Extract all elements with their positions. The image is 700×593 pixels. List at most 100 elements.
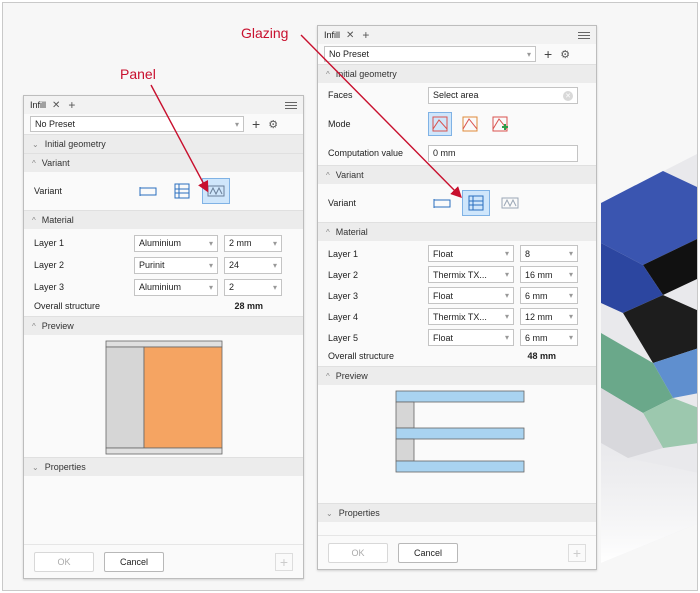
layer-material: Aluminium [139,282,182,292]
preset-value: No Preset [329,49,370,59]
plus-icon[interactable]: + [68,98,75,112]
section-material[interactable]: ^ Material [24,210,303,229]
layer-material-select[interactable]: Float ▾ [428,329,514,346]
ok-button[interactable]: OK [328,542,388,563]
section-title: Initial geometry [335,69,397,79]
cancel-button[interactable]: Cancel [104,551,164,572]
layer-label: Layer 1 [328,248,359,259]
gear-icon[interactable]: ⚙ [268,118,278,131]
layer-thickness-select[interactable]: 12 mm ▾ [520,308,578,325]
layer-thickness-select[interactable]: 6 mm ▾ [520,329,578,346]
section-preview[interactable]: ^ Preview [318,366,596,385]
plus-icon[interactable]: + [568,543,586,562]
layer-thickness-select[interactable]: 2 ▾ [224,278,282,296]
layer-material: Float [433,248,454,259]
layer-material: Thermix TX... [433,311,487,322]
overall-value: 48 mm [527,351,556,361]
variant-label: Variant [328,198,356,208]
clear-icon[interactable]: ✕ [563,90,573,101]
layer-thickness-select[interactable]: 16 mm ▾ [520,266,578,283]
ok-button[interactable]: OK [34,551,94,572]
panel-hatch-icon [207,185,225,197]
chevron-up-icon: ^ [32,158,36,168]
section-title: Variant [335,170,364,180]
section-preview[interactable]: ^ Preview [24,316,303,335]
layer-thickness-select[interactable]: 8 ▾ [520,245,578,262]
section-title: Properties [338,508,380,518]
layer-material-select[interactable]: Aluminium ▾ [134,278,218,296]
section-initial-geometry[interactable]: ^ Initial geometry [318,64,596,83]
cancel-button[interactable]: Cancel [398,542,458,563]
layer-material-select[interactable]: Thermix TX... ▾ [428,266,514,283]
chevron-down-icon: ▾ [208,238,213,248]
layer-material: Float [433,332,454,343]
layer-material: Purinit [139,260,165,270]
layer-label: Layer 4 [328,311,359,322]
layer-label: Layer 3 [328,290,359,301]
chevron-up-icon: ^ [326,227,330,237]
chevron-down-icon: ▾ [568,333,573,342]
computation-label: Computation value [328,148,404,158]
chevron-up-icon: ^ [326,69,330,79]
panel-footer: OK Cancel + [318,535,596,569]
add-preset-button[interactable]: + [544,47,552,61]
section-variant[interactable]: ^ Variant [318,165,596,184]
preset-select[interactable]: No Preset ▾ [324,46,536,62]
variant-row: Variant [24,172,303,210]
computation-input[interactable]: 0 mm [428,144,578,162]
mode-row: Mode [318,107,596,141]
close-icon[interactable]: ✕ [52,100,60,111]
variant-label: Variant [34,186,62,196]
section-material[interactable]: ^ Material [318,222,596,241]
chevron-down-icon: ▾ [504,333,509,342]
variant-multi-button[interactable] [462,190,490,216]
layers-list: Layer 1 Float ▾ 8 ▾ Layer 2 Thermix TX... ▾… [318,241,596,364]
layer-material-select[interactable]: Thermix TX... ▾ [428,308,514,325]
hamburger-menu-icon[interactable] [285,101,297,109]
layer-thickness-select[interactable]: 2 mm ▾ [224,234,282,252]
mode-add-icon [492,116,508,132]
variant-multi-button[interactable] [168,178,196,204]
plus-icon[interactable]: + [362,28,369,42]
variant-single-button[interactable] [428,190,456,216]
chevron-down-icon: ▾ [568,249,573,258]
variant-single-button[interactable] [134,178,162,204]
section-properties[interactable]: ⌄ Properties [318,503,596,522]
mode-draw-button[interactable] [458,112,482,136]
tab-infill[interactable]: Infill ✕ [324,30,354,41]
chevron-down-icon: ▾ [234,120,239,129]
computation-row: Computation value 0 mm [318,141,596,165]
section-properties[interactable]: ⌄ Properties [24,457,303,476]
chevron-down-icon: ⌄ [32,139,39,149]
preset-value: No Preset [35,119,76,129]
panel-hatch-icon [501,197,519,209]
add-preset-button[interactable]: + [252,117,260,131]
section-variant[interactable]: ^ Variant [24,153,303,172]
section-initial-geometry[interactable]: ⌄ Initial geometry [24,134,303,153]
tab-infill[interactable]: Infill ✕ [30,100,60,111]
mode-select-button[interactable] [428,112,452,136]
layer-material-select[interactable]: Purinit ▾ [134,256,218,274]
chevron-down-icon: ▾ [504,270,509,279]
variant-panel-button[interactable] [202,178,230,204]
layer-material-select[interactable]: Aluminium ▾ [134,234,218,252]
panel-footer: OK Cancel + [24,544,303,578]
layer-thickness-select[interactable]: 6 mm ▾ [520,287,578,304]
layer-thickness: 12 mm [525,311,553,322]
preset-row: No Preset ▾ + ⚙ [24,114,303,134]
variant-panel-button[interactable] [496,190,524,216]
hamburger-menu-icon[interactable] [578,31,590,39]
layer-material-select[interactable]: Float ▾ [428,245,514,262]
close-icon[interactable]: ✕ [346,30,354,41]
mode-add-button[interactable] [488,112,512,136]
layer-thickness-select[interactable]: 24 ▾ [224,256,282,274]
layer-material-select[interactable]: Float ▾ [428,287,514,304]
layer-thickness: 8 [525,248,531,259]
faces-value: Select area [433,90,479,100]
faces-input[interactable]: Select area ✕ [428,86,578,104]
preset-select[interactable]: No Preset ▾ [30,116,244,132]
plus-icon[interactable]: + [275,552,293,571]
layer-thickness: 16 mm [525,269,553,280]
gear-icon[interactable]: ⚙ [560,48,570,61]
chevron-down-icon: ⌄ [32,462,39,472]
